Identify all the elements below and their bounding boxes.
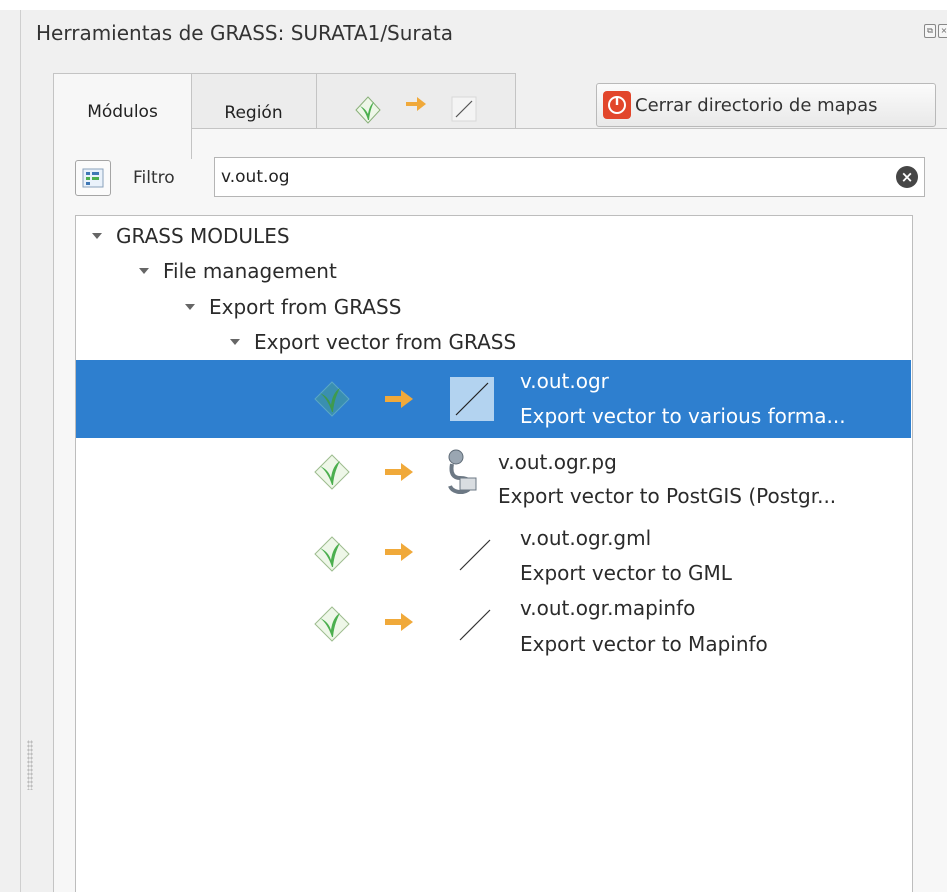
tree-group-label: GRASS MODULES (116, 224, 290, 248)
window-top-edge (0, 0, 947, 10)
expand-caret-icon[interactable] (139, 267, 149, 274)
tab-modulos-label: Módulos (87, 102, 158, 122)
tree-module-item[interactable]: v.out.ogr.mapinfo Export vector to Mapin… (76, 596, 911, 674)
splitter-grip[interactable] (27, 740, 33, 790)
vector-line-icon (450, 377, 494, 421)
tree-module-item[interactable]: v.out.ogr.gml Export vector to GML (76, 524, 911, 602)
tree-group-label: Export vector from GRASS (254, 330, 517, 354)
arrow-icon (406, 97, 426, 111)
clear-icon[interactable]: × (896, 166, 918, 188)
close-window-icon[interactable]: × (938, 24, 947, 38)
expand-caret-icon[interactable] (92, 232, 102, 239)
tree-module-item[interactable]: v.out.ogr Export vector to various forma… (76, 360, 911, 438)
arrow-icon (385, 463, 413, 481)
tree-group-grass-modules[interactable]: GRASS MODULES (92, 224, 290, 248)
tree-view-icon[interactable] (75, 160, 111, 196)
arrow-icon (385, 543, 413, 561)
tree-group-label: File management (163, 259, 337, 283)
module-description: Export vector to GML (520, 561, 732, 585)
module-name: v.out.ogr (520, 369, 609, 393)
module-name: v.out.ogr.mapinfo (520, 596, 696, 620)
grass-icon (355, 96, 381, 124)
vector-line-icon (459, 609, 491, 641)
filter-input[interactable]: v.out.og (214, 157, 925, 197)
float-icon[interactable]: ⧉ (924, 24, 936, 38)
module-description: Export vector to PostGIS (Postgr... (498, 484, 837, 508)
tree-group-file-management[interactable]: File management (139, 259, 337, 283)
arrow-icon (385, 390, 413, 408)
module-description: Export vector to various forma... (520, 404, 846, 428)
grass-icon (314, 454, 350, 490)
expand-caret-icon[interactable] (230, 338, 240, 345)
tree-module-item[interactable]: v.out.ogr.pg Export vector to PostGIS (P… (76, 446, 911, 524)
dock-title-buttons: ⧉ × (924, 24, 947, 38)
dock-title: Herramientas de GRASS: SURATA1/Surata (36, 21, 454, 45)
grass-icon (314, 536, 350, 572)
filter-label: Filtro (133, 168, 175, 188)
module-description: Export vector to Mapinfo (520, 632, 768, 656)
grass-icon (314, 381, 350, 417)
expand-caret-icon[interactable] (185, 303, 195, 310)
grass-icon (314, 606, 350, 642)
filter-value: v.out.og (221, 167, 290, 187)
module-name: v.out.ogr.gml (520, 526, 652, 550)
tab-region-label: Región (224, 103, 283, 123)
tree-group-export-from-grass[interactable]: Export from GRASS (185, 295, 401, 319)
vector-line-icon (459, 539, 491, 571)
close-mapset-label: Cerrar directorio de mapas (635, 94, 878, 116)
tree-group-label: Export from GRASS (209, 295, 402, 319)
dock-splitter[interactable] (20, 10, 21, 892)
vector-line-icon (451, 96, 477, 122)
module-name: v.out.ogr.pg (498, 450, 617, 474)
postgis-icon (448, 449, 477, 494)
power-icon (603, 91, 631, 119)
close-mapset-button[interactable]: Cerrar directorio de mapas (596, 83, 936, 127)
tab-modulos[interactable]: Módulos (53, 73, 192, 159)
arrow-icon (385, 613, 413, 631)
tree-group-export-vector[interactable]: Export vector from GRASS (230, 330, 516, 354)
